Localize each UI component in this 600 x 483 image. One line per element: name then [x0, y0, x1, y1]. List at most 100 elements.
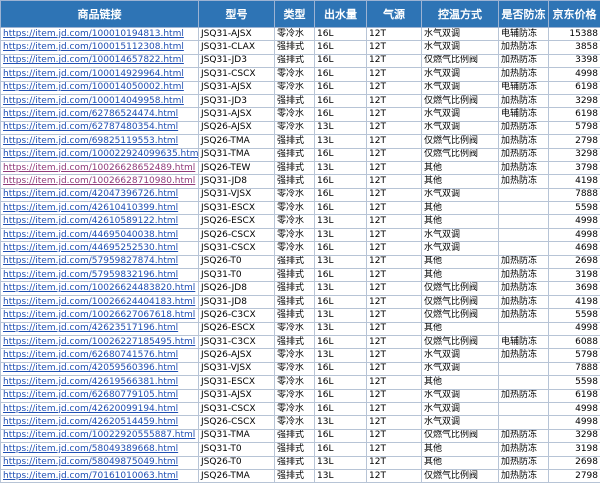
type-cell[interactable]: 强排式: [275, 175, 315, 188]
jd-price-cell[interactable]: 4698: [549, 242, 600, 255]
frost-protection-cell[interactable]: 加热防冻: [499, 469, 549, 482]
temp-control-cell[interactable]: 其他: [422, 376, 499, 389]
frost-protection-cell[interactable]: 加热防冻: [499, 41, 549, 54]
type-cell[interactable]: 零冷水: [275, 362, 315, 375]
frost-protection-cell[interactable]: 加热防冻: [499, 389, 549, 402]
gas-source-cell[interactable]: 12T: [367, 389, 422, 402]
type-cell[interactable]: 强排式: [275, 309, 315, 322]
product-link[interactable]: https://item.jd.com/42620514459.html: [3, 417, 178, 427]
product-link-cell[interactable]: https://item.jd.com/100010194813.html: [1, 28, 199, 41]
product-link-cell[interactable]: https://item.jd.com/70161010063.html: [1, 469, 199, 482]
product-link-cell[interactable]: https://item.jd.com/42059560396.html: [1, 362, 199, 375]
product-link-cell[interactable]: https://item.jd.com/42619566381.html: [1, 376, 199, 389]
type-cell[interactable]: 零冷水: [275, 121, 315, 134]
model-cell[interactable]: JSQ31-T0: [199, 269, 275, 282]
model-cell[interactable]: JSQ31-JD3: [199, 94, 275, 107]
flow-cell[interactable]: 16L: [315, 402, 367, 415]
product-link-cell[interactable]: https://item.jd.com/42620514459.html: [1, 416, 199, 429]
product-link[interactable]: https://item.jd.com/58049389668.html: [3, 444, 178, 454]
flow-cell[interactable]: 13L: [315, 349, 367, 362]
type-cell[interactable]: 零冷水: [275, 108, 315, 121]
product-link-cell[interactable]: https://item.jd.com/10026227185495.html: [1, 335, 199, 348]
jd-price-cell[interactable]: 6198: [549, 81, 600, 94]
flow-cell[interactable]: 16L: [315, 429, 367, 442]
type-cell[interactable]: 零冷水: [275, 376, 315, 389]
flow-cell[interactable]: 16L: [315, 242, 367, 255]
frost-protection-cell[interactable]: 加热防冻: [499, 456, 549, 469]
type-cell[interactable]: 强排式: [275, 161, 315, 174]
flow-cell[interactable]: 16L: [315, 54, 367, 67]
product-link-cell[interactable]: https://item.jd.com/62786524474.html: [1, 108, 199, 121]
product-link[interactable]: https://item.jd.com/100022924099635.html: [3, 149, 199, 159]
temp-control-cell[interactable]: 仅燃气比例阀: [422, 135, 499, 148]
temp-control-cell[interactable]: 水气双调: [422, 389, 499, 402]
temp-control-cell[interactable]: 仅燃气比例阀: [422, 148, 499, 161]
product-link-cell[interactable]: https://item.jd.com/10026624483820.html: [1, 282, 199, 295]
jd-price-cell[interactable]: 2698: [549, 255, 600, 268]
product-link-cell[interactable]: https://item.jd.com/69825119553.html: [1, 135, 199, 148]
model-cell[interactable]: JSQ31-AJSX: [199, 81, 275, 94]
product-link-cell[interactable]: https://item.jd.com/10026624404183.html: [1, 295, 199, 308]
model-cell[interactable]: JSQ31-TMA: [199, 148, 275, 161]
product-link-cell[interactable]: https://item.jd.com/10026628710980.html: [1, 175, 199, 188]
temp-control-cell[interactable]: 其他: [422, 443, 499, 456]
frost-protection-cell[interactable]: 电辅防冻: [499, 108, 549, 121]
model-cell[interactable]: JSQ26-T0: [199, 456, 275, 469]
gas-source-cell[interactable]: 12T: [367, 416, 422, 429]
temp-control-cell[interactable]: 仅燃气比例阀: [422, 94, 499, 107]
type-cell[interactable]: 强排式: [275, 135, 315, 148]
jd-price-cell[interactable]: 6088: [549, 335, 600, 348]
type-cell[interactable]: 强排式: [275, 456, 315, 469]
model-cell[interactable]: JSQ31-CSCX: [199, 68, 275, 81]
product-link[interactable]: https://item.jd.com/100014049958.html: [3, 96, 184, 106]
type-cell[interactable]: 零冷水: [275, 322, 315, 335]
temp-control-cell[interactable]: 水气双调: [422, 188, 499, 201]
product-link-cell[interactable]: https://item.jd.com/10026627067618.html: [1, 309, 199, 322]
gas-source-cell[interactable]: 12T: [367, 94, 422, 107]
product-link[interactable]: https://item.jd.com/100010194813.html: [3, 29, 184, 39]
gas-source-cell[interactable]: 12T: [367, 322, 422, 335]
frost-protection-cell[interactable]: [499, 228, 549, 241]
gas-source-cell[interactable]: 12T: [367, 215, 422, 228]
jd-price-cell[interactable]: 3858: [549, 41, 600, 54]
jd-price-cell[interactable]: 3198: [549, 443, 600, 456]
jd-price-cell[interactable]: 4198: [549, 175, 600, 188]
frost-protection-cell[interactable]: 加热防冻: [499, 269, 549, 282]
jd-price-cell[interactable]: 2698: [549, 456, 600, 469]
type-cell[interactable]: 零冷水: [275, 402, 315, 415]
jd-price-cell[interactable]: 2798: [549, 135, 600, 148]
flow-cell[interactable]: 13L: [315, 322, 367, 335]
flow-cell[interactable]: 13L: [315, 255, 367, 268]
gas-source-cell[interactable]: 12T: [367, 68, 422, 81]
product-link-cell[interactable]: https://item.jd.com/42623517196.html: [1, 322, 199, 335]
product-link[interactable]: https://item.jd.com/44695040038.html: [3, 230, 178, 240]
type-cell[interactable]: 零冷水: [275, 416, 315, 429]
type-cell[interactable]: 强排式: [275, 429, 315, 442]
gas-source-cell[interactable]: 12T: [367, 429, 422, 442]
temp-control-cell[interactable]: 水气双调: [422, 228, 499, 241]
frost-protection-cell[interactable]: [499, 202, 549, 215]
temp-control-cell[interactable]: 其他: [422, 456, 499, 469]
product-link[interactable]: https://item.jd.com/10026624483820.html: [3, 283, 195, 293]
product-link-cell[interactable]: https://item.jd.com/100014050002.html: [1, 81, 199, 94]
type-cell[interactable]: 零冷水: [275, 68, 315, 81]
header-link[interactable]: 商品链接: [1, 1, 199, 28]
product-link[interactable]: https://item.jd.com/58049875049.html: [3, 457, 178, 467]
frost-protection-cell[interactable]: 加热防冻: [499, 135, 549, 148]
gas-source-cell[interactable]: 12T: [367, 376, 422, 389]
product-link-cell[interactable]: https://item.jd.com/44695252530.html: [1, 242, 199, 255]
gas-source-cell[interactable]: 12T: [367, 282, 422, 295]
frost-protection-cell[interactable]: 加热防冻: [499, 54, 549, 67]
frost-protection-cell[interactable]: 加热防冻: [499, 148, 549, 161]
product-link[interactable]: https://item.jd.com/62680741576.html: [3, 350, 178, 360]
model-cell[interactable]: JSQ26-T0: [199, 255, 275, 268]
product-link-cell[interactable]: https://item.jd.com/44695040038.html: [1, 228, 199, 241]
model-cell[interactable]: JSQ31-CSCX: [199, 402, 275, 415]
jd-price-cell[interactable]: 3698: [549, 282, 600, 295]
frost-protection-cell[interactable]: 加热防冻: [499, 295, 549, 308]
product-link[interactable]: https://item.jd.com/100015112308.html: [3, 42, 184, 52]
gas-source-cell[interactable]: 12T: [367, 228, 422, 241]
temp-control-cell[interactable]: 仅燃气比例阀: [422, 282, 499, 295]
frost-protection-cell[interactable]: 加热防冻: [499, 161, 549, 174]
gas-source-cell[interactable]: 12T: [367, 456, 422, 469]
